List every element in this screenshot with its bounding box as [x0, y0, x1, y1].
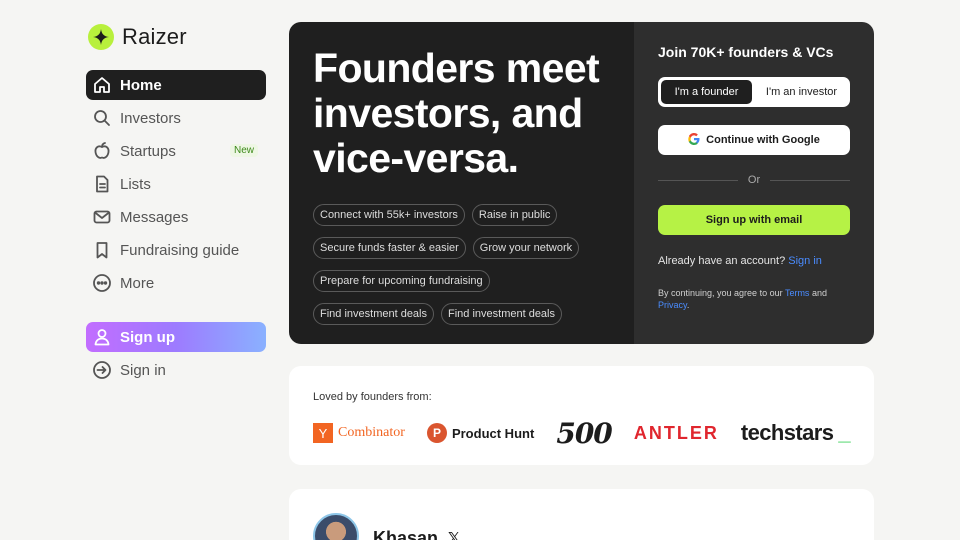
or-divider: Or	[658, 174, 851, 186]
loved-by-section: Loved by founders from: Y Combinator P P…	[289, 366, 874, 465]
feature-pill: Grow your network	[472, 237, 580, 259]
signup-with-email-button[interactable]: Sign up with email	[658, 205, 850, 235]
sidebar-item-label: More	[120, 274, 155, 292]
google-button-label: Continue with Google	[706, 134, 820, 146]
product-hunt-logo: P Product Hunt	[426, 423, 534, 443]
hero-card: Founders meet investors, and vice-versa.…	[289, 22, 874, 344]
hero-main: Founders meet investors, and vice-versa.…	[289, 22, 634, 344]
feature-pill: Find investment deals	[313, 303, 434, 325]
auth-nav: Sign up Sign in	[86, 322, 266, 388]
sidebar-item-startups[interactable]: Startups New	[86, 136, 266, 166]
partner-logos: Y Combinator P Product Hunt 500 ANTLER t…	[313, 416, 851, 450]
terms-text: By continuing, you agree to our Terms an…	[658, 288, 827, 310]
sidebar-nav: Home Investors Startups New Lists Messag…	[86, 70, 266, 301]
feature-pill: Prepare for upcoming fundraising	[313, 270, 490, 292]
toggle-founder[interactable]: I'm a founder	[661, 80, 752, 104]
more-icon	[92, 273, 112, 293]
author-name: Khasan	[373, 527, 439, 540]
feature-pill: Find investment deals	[441, 303, 562, 325]
feature-pill: Connect with 55k+ investors	[313, 204, 465, 226]
app-logo[interactable]: Raizer	[88, 24, 187, 50]
sidebar-item-lists[interactable]: Lists	[86, 169, 266, 199]
toggle-investor[interactable]: I'm an investor	[756, 80, 847, 104]
sidebar-item-label: Fundraising guide	[120, 241, 240, 259]
sidebar-item-fundraising-guide[interactable]: Fundraising guide	[86, 235, 266, 265]
sidebar-item-label: Startups	[120, 142, 176, 160]
sidebar-item-label: Investors	[120, 109, 181, 127]
google-icon	[688, 132, 700, 148]
role-toggle: I'm a founder I'm an investor	[658, 77, 850, 107]
terms-link[interactable]: Terms	[785, 288, 810, 298]
signup-button[interactable]: Sign up	[86, 322, 266, 352]
sidebar-item-label: Messages	[120, 208, 189, 226]
antler-logo: ANTLER	[633, 422, 719, 443]
sidebar-item-more[interactable]: More	[86, 268, 266, 298]
app-name: Raizer	[122, 24, 187, 49]
techstars-logo: techstars _	[740, 420, 851, 445]
signup-panel-title: Join 70K+ founders & VCs	[658, 44, 834, 60]
mail-icon	[92, 207, 112, 227]
sidebar-item-label: Lists	[120, 175, 151, 193]
document-icon	[92, 174, 112, 194]
sparkle-logo-icon	[88, 24, 114, 50]
sidebar-item-messages[interactable]: Messages	[86, 202, 266, 232]
continue-with-google-button[interactable]: Continue with Google	[658, 125, 850, 155]
or-label: Or	[747, 174, 761, 186]
already-account-text: Already have an account? Sign in	[658, 255, 822, 267]
sidebar-item-investors[interactable]: Investors	[86, 103, 266, 133]
signup-panel: Join 70K+ founders & VCs I'm a founder I…	[634, 22, 874, 344]
sidebar-item-home[interactable]: Home	[86, 70, 266, 100]
search-icon	[92, 108, 112, 128]
500-logo: 500	[556, 416, 612, 450]
user-icon	[92, 327, 112, 347]
apple-icon	[92, 141, 112, 161]
signin-button[interactable]: Sign in	[86, 355, 266, 385]
feature-pill: Raise in public	[471, 204, 558, 226]
testimonial-card: Khasan 𝕏	[289, 489, 874, 540]
signin-arrow-icon	[92, 360, 112, 380]
testimonial-author: Khasan 𝕏	[373, 517, 460, 540]
home-icon	[92, 75, 112, 95]
signup-label: Sign up	[120, 328, 175, 346]
hero-title: Founders meet investors, and vice-versa.	[313, 45, 600, 181]
feature-pill: Secure funds faster & easier	[313, 237, 466, 259]
sidebar-item-label: Home	[120, 76, 162, 94]
avatar	[313, 513, 359, 540]
new-badge: New	[229, 144, 258, 157]
signin-label: Sign in	[120, 361, 166, 379]
y-combinator-logo: Y Combinator	[313, 423, 405, 443]
signin-link[interactable]: Sign in	[788, 255, 822, 267]
bookmark-icon	[92, 240, 112, 260]
x-icon[interactable]: 𝕏	[448, 529, 460, 540]
loved-by-title: Loved by founders from:	[313, 391, 432, 403]
privacy-link[interactable]: Privacy	[658, 300, 687, 310]
feature-pills: Connect with 55k+ investors Raise in pub…	[313, 204, 634, 336]
